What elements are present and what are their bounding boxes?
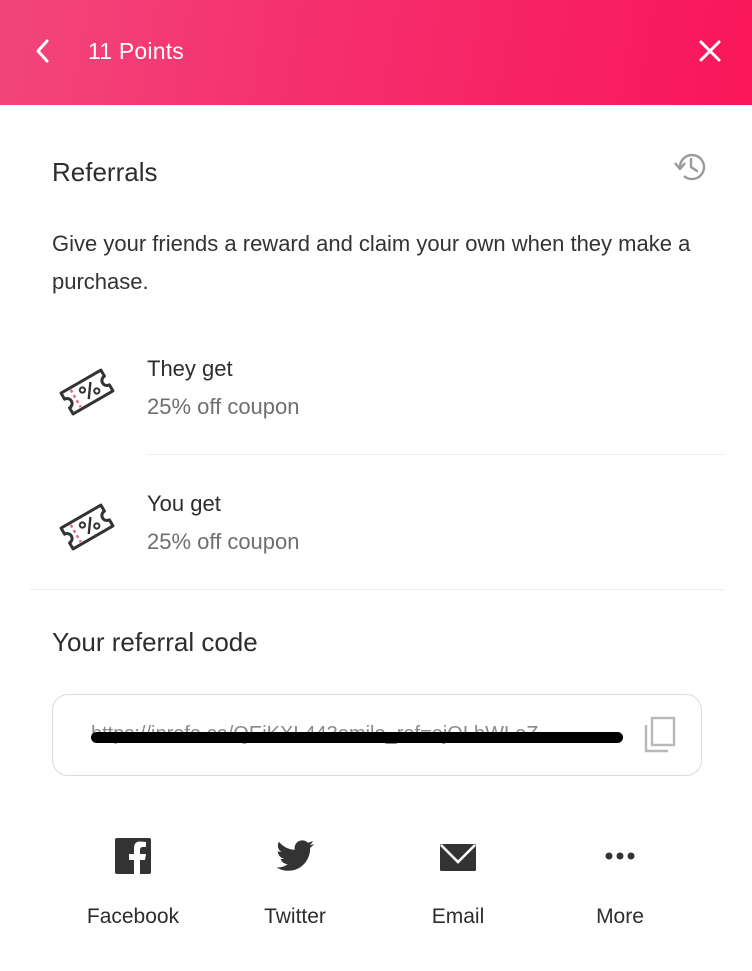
back-button[interactable] [28,34,58,68]
share-facebook-button[interactable]: Facebook [63,830,203,940]
history-button[interactable] [670,146,712,188]
referral-code-field[interactable]: https://inrefe.co/QEiKXL443emilo_ref=ejO… [52,694,702,776]
chevron-left-icon [36,39,49,63]
divider [147,454,724,455]
more-icon [605,852,635,860]
divider [30,589,724,590]
copy-button[interactable] [641,715,679,757]
share-more-button[interactable]: More [550,830,690,940]
reward-row-you-get: You get 25% off coupon [0,475,752,595]
share-twitter-button[interactable]: Twitter [225,830,365,940]
points-title: 11 Points [88,38,184,64]
copy-icon [644,716,676,753]
share-label: More [596,905,644,928]
share-label: Facebook [86,905,180,928]
twitter-icon [276,840,314,871]
email-icon [440,844,476,871]
referral-description: Give your friends a reward and claim you… [52,231,691,294]
reward-row-they-get: They get 25% off coupon [0,340,752,460]
close-button[interactable] [694,34,726,68]
reward-label: You get [147,491,221,516]
share-label: Email [431,905,485,928]
coupon-percent-icon [59,368,115,416]
referral-code-title: Your referral code [52,627,258,657]
share-email-button[interactable]: Email [388,830,528,940]
coupon-percent-icon [59,503,115,551]
history-icon [674,153,706,181]
reward-label: They get [147,356,233,381]
referrals-title: Referrals [52,157,158,187]
facebook-icon [115,838,151,876]
header-bar: 11 Points [0,0,752,105]
reward-value: 25% off coupon [147,529,300,554]
redaction-bar [91,732,623,743]
reward-value: 25% off coupon [147,394,300,419]
share-options: Facebook Twitter Email More [0,830,752,950]
share-label: Twitter [264,905,326,928]
close-icon [699,40,721,62]
